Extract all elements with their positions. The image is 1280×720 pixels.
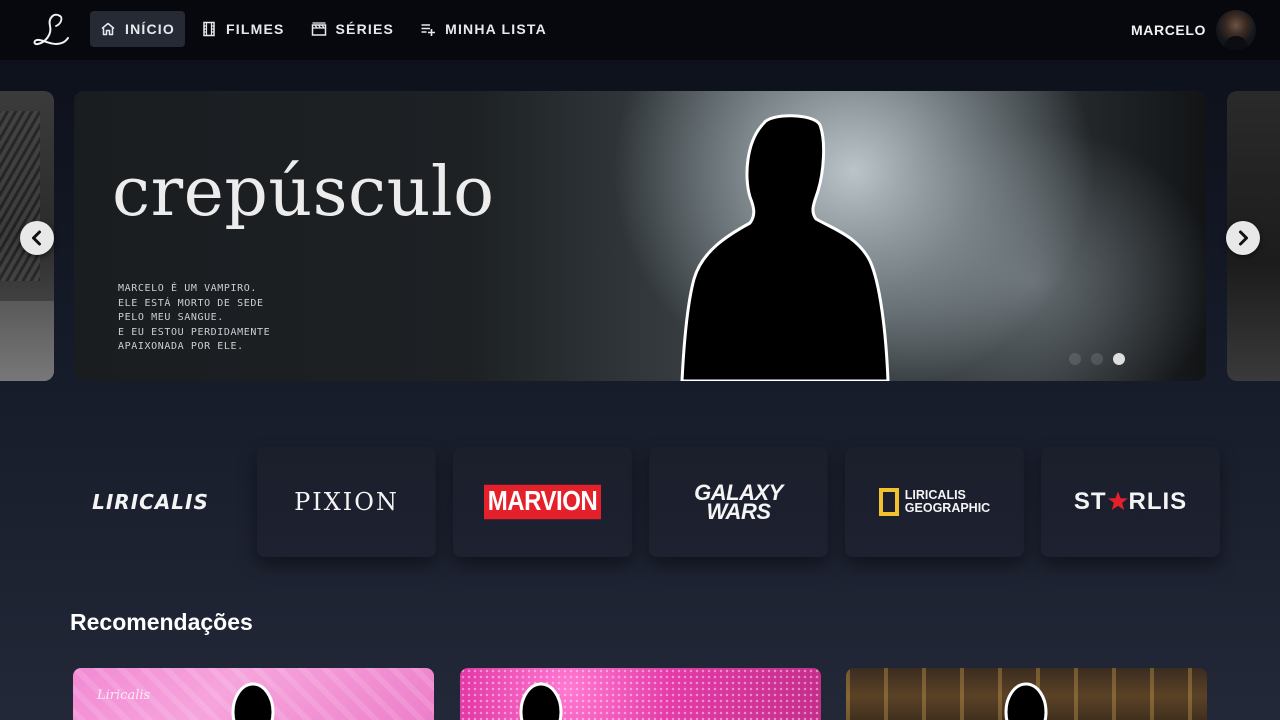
brand-card-galaxy-wars[interactable]: GALAXY WARS xyxy=(649,447,828,557)
nav-item-series[interactable]: SÉRIES xyxy=(301,11,405,47)
brand-logo-liricalis-geographic: LIRICALIS GEOGRAPHIC xyxy=(878,488,990,516)
brand-card-starlis[interactable]: ST RLIS xyxy=(1041,447,1220,557)
user-name: MARCELO xyxy=(1131,22,1206,38)
script-l-logo-icon[interactable] xyxy=(30,10,72,50)
silhouette-head-icon xyxy=(1004,682,1048,720)
brand-card-pixion[interactable]: PIXION xyxy=(257,447,436,557)
yellow-frame-icon xyxy=(878,488,899,516)
recommendation-card[interactable]: Liricalis xyxy=(73,668,434,720)
recommendations-heading: Recomendações xyxy=(70,609,253,635)
main-nav: INÍCIO FILMES SÉRIES MINHA LISTA xyxy=(90,11,557,47)
chevron-left-icon xyxy=(32,230,41,246)
brand-card-liricalis[interactable]: LIRICALIS xyxy=(61,447,240,557)
brand-card-liricalis-geographic[interactable]: LIRICALIS GEOGRAPHIC xyxy=(845,447,1024,557)
home-icon xyxy=(101,22,115,36)
avatar[interactable] xyxy=(1216,10,1256,50)
silhouette-head-icon xyxy=(231,682,275,720)
carousel-prev-button[interactable] xyxy=(20,221,54,255)
nav-item-inicio[interactable]: INÍCIO xyxy=(90,11,185,47)
carousel-next-button[interactable] xyxy=(1226,221,1260,255)
brand-logo-part: ST xyxy=(1073,488,1107,515)
hero-description-line: E EU ESTOU PERDIDAMENTE xyxy=(118,326,271,338)
hero-description-line: ELE ESTÁ MORTO DE SEDE xyxy=(118,297,264,309)
recommendation-card[interactable] xyxy=(460,668,821,720)
nav-item-filmes[interactable]: FILMES xyxy=(191,11,295,47)
brand-logo-part: RLIS xyxy=(1128,488,1188,515)
brand-row: LIRICALIS PIXION MARVION GALAXY WARS LIR… xyxy=(61,447,1220,557)
brand-logo-liricalis: LIRICALIS xyxy=(92,490,209,514)
hero-description-line: PELO MEU SANGUE. xyxy=(118,312,224,323)
brand-logo-pixion: PIXION xyxy=(294,488,399,516)
hero-description-line: MARCELO É UM VAMPIRO. xyxy=(118,283,258,294)
brand-card-marvion[interactable]: MARVION xyxy=(453,447,632,557)
hero-title: crepúsculo xyxy=(112,153,495,232)
playlist-add-icon xyxy=(421,24,436,36)
brand-logo-starlis: ST RLIS xyxy=(1074,488,1187,516)
recommendation-card[interactable] xyxy=(846,668,1207,720)
chevron-right-icon xyxy=(1239,230,1248,246)
nav-item-minha-lista[interactable]: MINHA LISTA xyxy=(410,11,557,47)
carousel-dot[interactable] xyxy=(1091,353,1103,365)
clapperboard-icon xyxy=(311,22,326,36)
user-menu[interactable]: MARCELO xyxy=(1131,10,1256,50)
silhouette-head-icon xyxy=(519,682,563,720)
hero-description-line: APAIXONADA POR ELE. xyxy=(118,341,244,352)
brand-logo-marvion: MARVION xyxy=(483,484,602,520)
hero-banner[interactable]: crepúsculo MARCELO É UM VAMPIRO. ELE EST… xyxy=(74,91,1206,381)
brand-logo-text: LIRICALIS GEOGRAPHIC xyxy=(905,489,990,515)
nav-item-label: FILMES xyxy=(225,21,285,37)
hero-silhouette-figure xyxy=(680,114,890,381)
red-star-icon xyxy=(1107,491,1128,510)
carousel-dot[interactable] xyxy=(1069,353,1081,365)
hero-description: MARCELO É UM VAMPIRO. ELE ESTÁ MORTO DE … xyxy=(118,282,270,355)
brand-logo-galaxy-wars: GALAXY WARS xyxy=(694,482,783,524)
nav-item-label: MINHA LISTA xyxy=(445,21,547,37)
top-nav-bar: INÍCIO FILMES SÉRIES MINHA LISTA MARCELO xyxy=(0,0,1280,60)
card-label: Liricalis xyxy=(97,688,151,703)
film-icon xyxy=(203,21,215,37)
carousel-dot-active[interactable] xyxy=(1113,353,1125,365)
brand-logo-line: GEOGRAPHIC xyxy=(904,501,991,515)
brand-logo-line: WARS xyxy=(706,499,771,524)
nav-item-label: SÉRIES xyxy=(335,21,395,37)
nav-item-label: INÍCIO xyxy=(125,21,175,37)
carousel-dots xyxy=(1069,353,1125,365)
